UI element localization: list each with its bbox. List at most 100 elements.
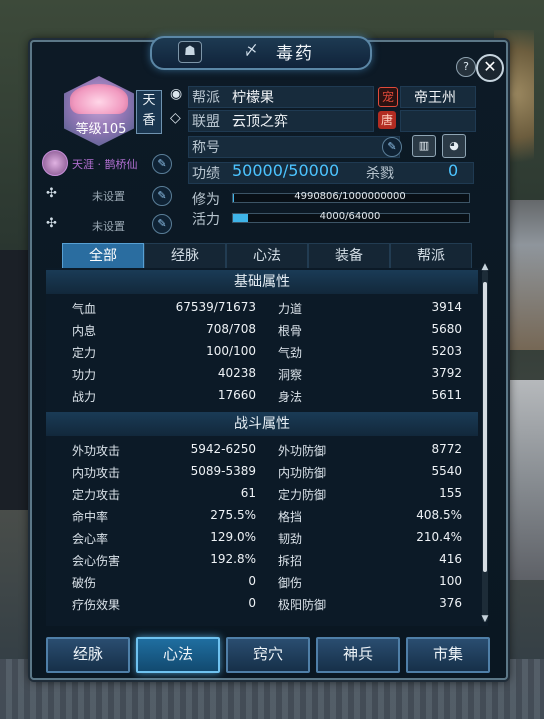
stat-value: 67539/71673	[175, 300, 256, 314]
edit-icon[interactable]: ✎	[152, 186, 172, 206]
tab-equipment[interactable]: 装备	[308, 243, 390, 269]
stat-value: 0	[248, 596, 256, 610]
scrollbar-thumb[interactable]	[483, 282, 487, 572]
stat-name: 洞察	[278, 368, 303, 382]
stat-name: 功力	[72, 368, 97, 382]
stat-name: 韧劲	[278, 532, 303, 546]
market-button[interactable]: 市集	[406, 637, 490, 673]
combat-section-header: 战斗属性	[46, 412, 478, 436]
basic-section-header: 基础属性	[46, 270, 478, 294]
kill-label: 杀戮	[366, 166, 394, 182]
tab-meridian[interactable]: 经脉	[144, 243, 226, 269]
stat-value: 408.5%	[416, 508, 462, 522]
vitality-label: 活力	[192, 212, 220, 228]
stat-value: 155	[439, 486, 462, 500]
stat-name: 根骨	[278, 324, 303, 338]
stat-value: 129.0%	[210, 530, 256, 544]
faction-value: 柠檬果	[232, 90, 274, 106]
alliance-extra-field	[400, 110, 476, 132]
stat-value: 5680	[431, 322, 462, 336]
stat-name: 气劲	[278, 346, 303, 360]
weapon-button[interactable]: 神兵	[316, 637, 400, 673]
propeller-icon: ✣	[46, 186, 57, 201]
diamond-icon: ◇	[170, 110, 181, 126]
alliance-tag: 唐	[378, 111, 396, 129]
edit-icon[interactable]: ✎	[152, 154, 172, 174]
stat-value: 5203	[431, 344, 462, 358]
stats-content: 基础属性 气血 67539/71673 力道 3914 内息 708/708 根骨 5680 定…	[46, 268, 488, 626]
stat-value: 275.5%	[210, 508, 256, 522]
edit-icon[interactable]: ✎	[152, 214, 172, 234]
stat-value: 192.8%	[210, 552, 256, 566]
stat-name: 内功攻击	[72, 466, 121, 480]
eye-icon[interactable]: ◉	[170, 86, 182, 102]
sword-icon: 〆	[244, 43, 258, 59]
stat-name: 疗伤效果	[72, 598, 121, 612]
stat-value: 5611	[431, 388, 462, 402]
propeller-icon: ✣	[46, 216, 57, 231]
mental-button[interactable]: 心法	[136, 637, 220, 673]
stat-name: 外功攻击	[72, 444, 121, 458]
portrait-icon[interactable]: ☗	[178, 41, 202, 63]
tab-mental[interactable]: 心法	[226, 243, 308, 269]
stat-value: 210.4%	[416, 530, 462, 544]
stat-name: 力道	[278, 302, 303, 316]
acupoint-button[interactable]: 窍穴	[226, 637, 310, 673]
meridian-button[interactable]: 经脉	[46, 637, 130, 673]
stat-name: 格挡	[278, 510, 303, 524]
stat-value: 708/708	[206, 322, 256, 336]
stat-name: 极阳防御	[278, 598, 327, 612]
school-char-2: 香	[142, 113, 156, 128]
merit-value: 50000/50000	[232, 161, 340, 180]
alliance-label: 联盟	[192, 114, 220, 130]
level-text: 等级105	[75, 122, 127, 137]
umbrella-icon	[70, 84, 128, 114]
school-badge: 天 香	[136, 90, 162, 134]
stat-value: 61	[240, 486, 256, 500]
stat-value: 40238	[217, 366, 256, 380]
cultivation-label: 修为	[192, 192, 220, 208]
stat-value: 5089-5389	[190, 464, 256, 478]
tab-all[interactable]: 全部	[62, 243, 144, 269]
stat-name: 会心率	[72, 532, 109, 546]
scroll-up-icon[interactable]: ▲	[480, 262, 490, 272]
faction-server: 帝王州	[414, 90, 456, 106]
stat-name: 战力	[72, 390, 97, 404]
stat-value: 17660	[217, 388, 256, 402]
unset-slot-2: 未设置	[92, 220, 125, 233]
mask-icon[interactable]: ◕	[442, 134, 466, 158]
barcode-icon[interactable]: ▥	[412, 135, 436, 157]
stat-name: 拆招	[278, 554, 303, 568]
stat-name: 身法	[278, 390, 303, 404]
stat-name: 御伤	[278, 576, 303, 590]
stat-value: 100/100	[206, 344, 256, 358]
stat-name: 气血	[72, 302, 97, 316]
stat-value: 3792	[431, 366, 462, 380]
stat-value: 5942-6250	[190, 442, 256, 456]
stat-value: 416	[439, 552, 462, 566]
tab-faction[interactable]: 帮派	[390, 243, 472, 269]
stat-value: 100	[439, 574, 462, 588]
stat-name: 破伤	[72, 576, 97, 590]
close-button[interactable]: ✕	[476, 54, 504, 82]
stat-value: 5540	[431, 464, 462, 478]
stat-name: 外功防御	[278, 444, 327, 458]
stat-value: 8772	[431, 442, 462, 456]
cultivation-value: 4990806/1000000000	[294, 191, 406, 202]
stat-value: 376	[439, 596, 462, 610]
stat-name: 内息	[72, 324, 97, 338]
help-button[interactable]: ?	[456, 57, 476, 77]
scroll-down-icon[interactable]: ▼	[480, 614, 490, 624]
stat-value: 0	[248, 574, 256, 588]
stat-name: 定力	[72, 346, 97, 360]
world-title-text: 天涯 · 鹊桥仙	[72, 158, 138, 171]
school-char-1: 天	[142, 93, 156, 108]
kill-value: 0	[448, 161, 459, 180]
stat-value: 3914	[431, 300, 462, 314]
merit-label: 功绩	[192, 166, 220, 182]
stat-name: 定力攻击	[72, 488, 121, 502]
edit-title-icon[interactable]: ✎	[382, 137, 402, 157]
faction-label: 帮派	[192, 90, 220, 106]
world-title-avatar	[42, 150, 68, 176]
stat-name: 命中率	[72, 510, 109, 524]
